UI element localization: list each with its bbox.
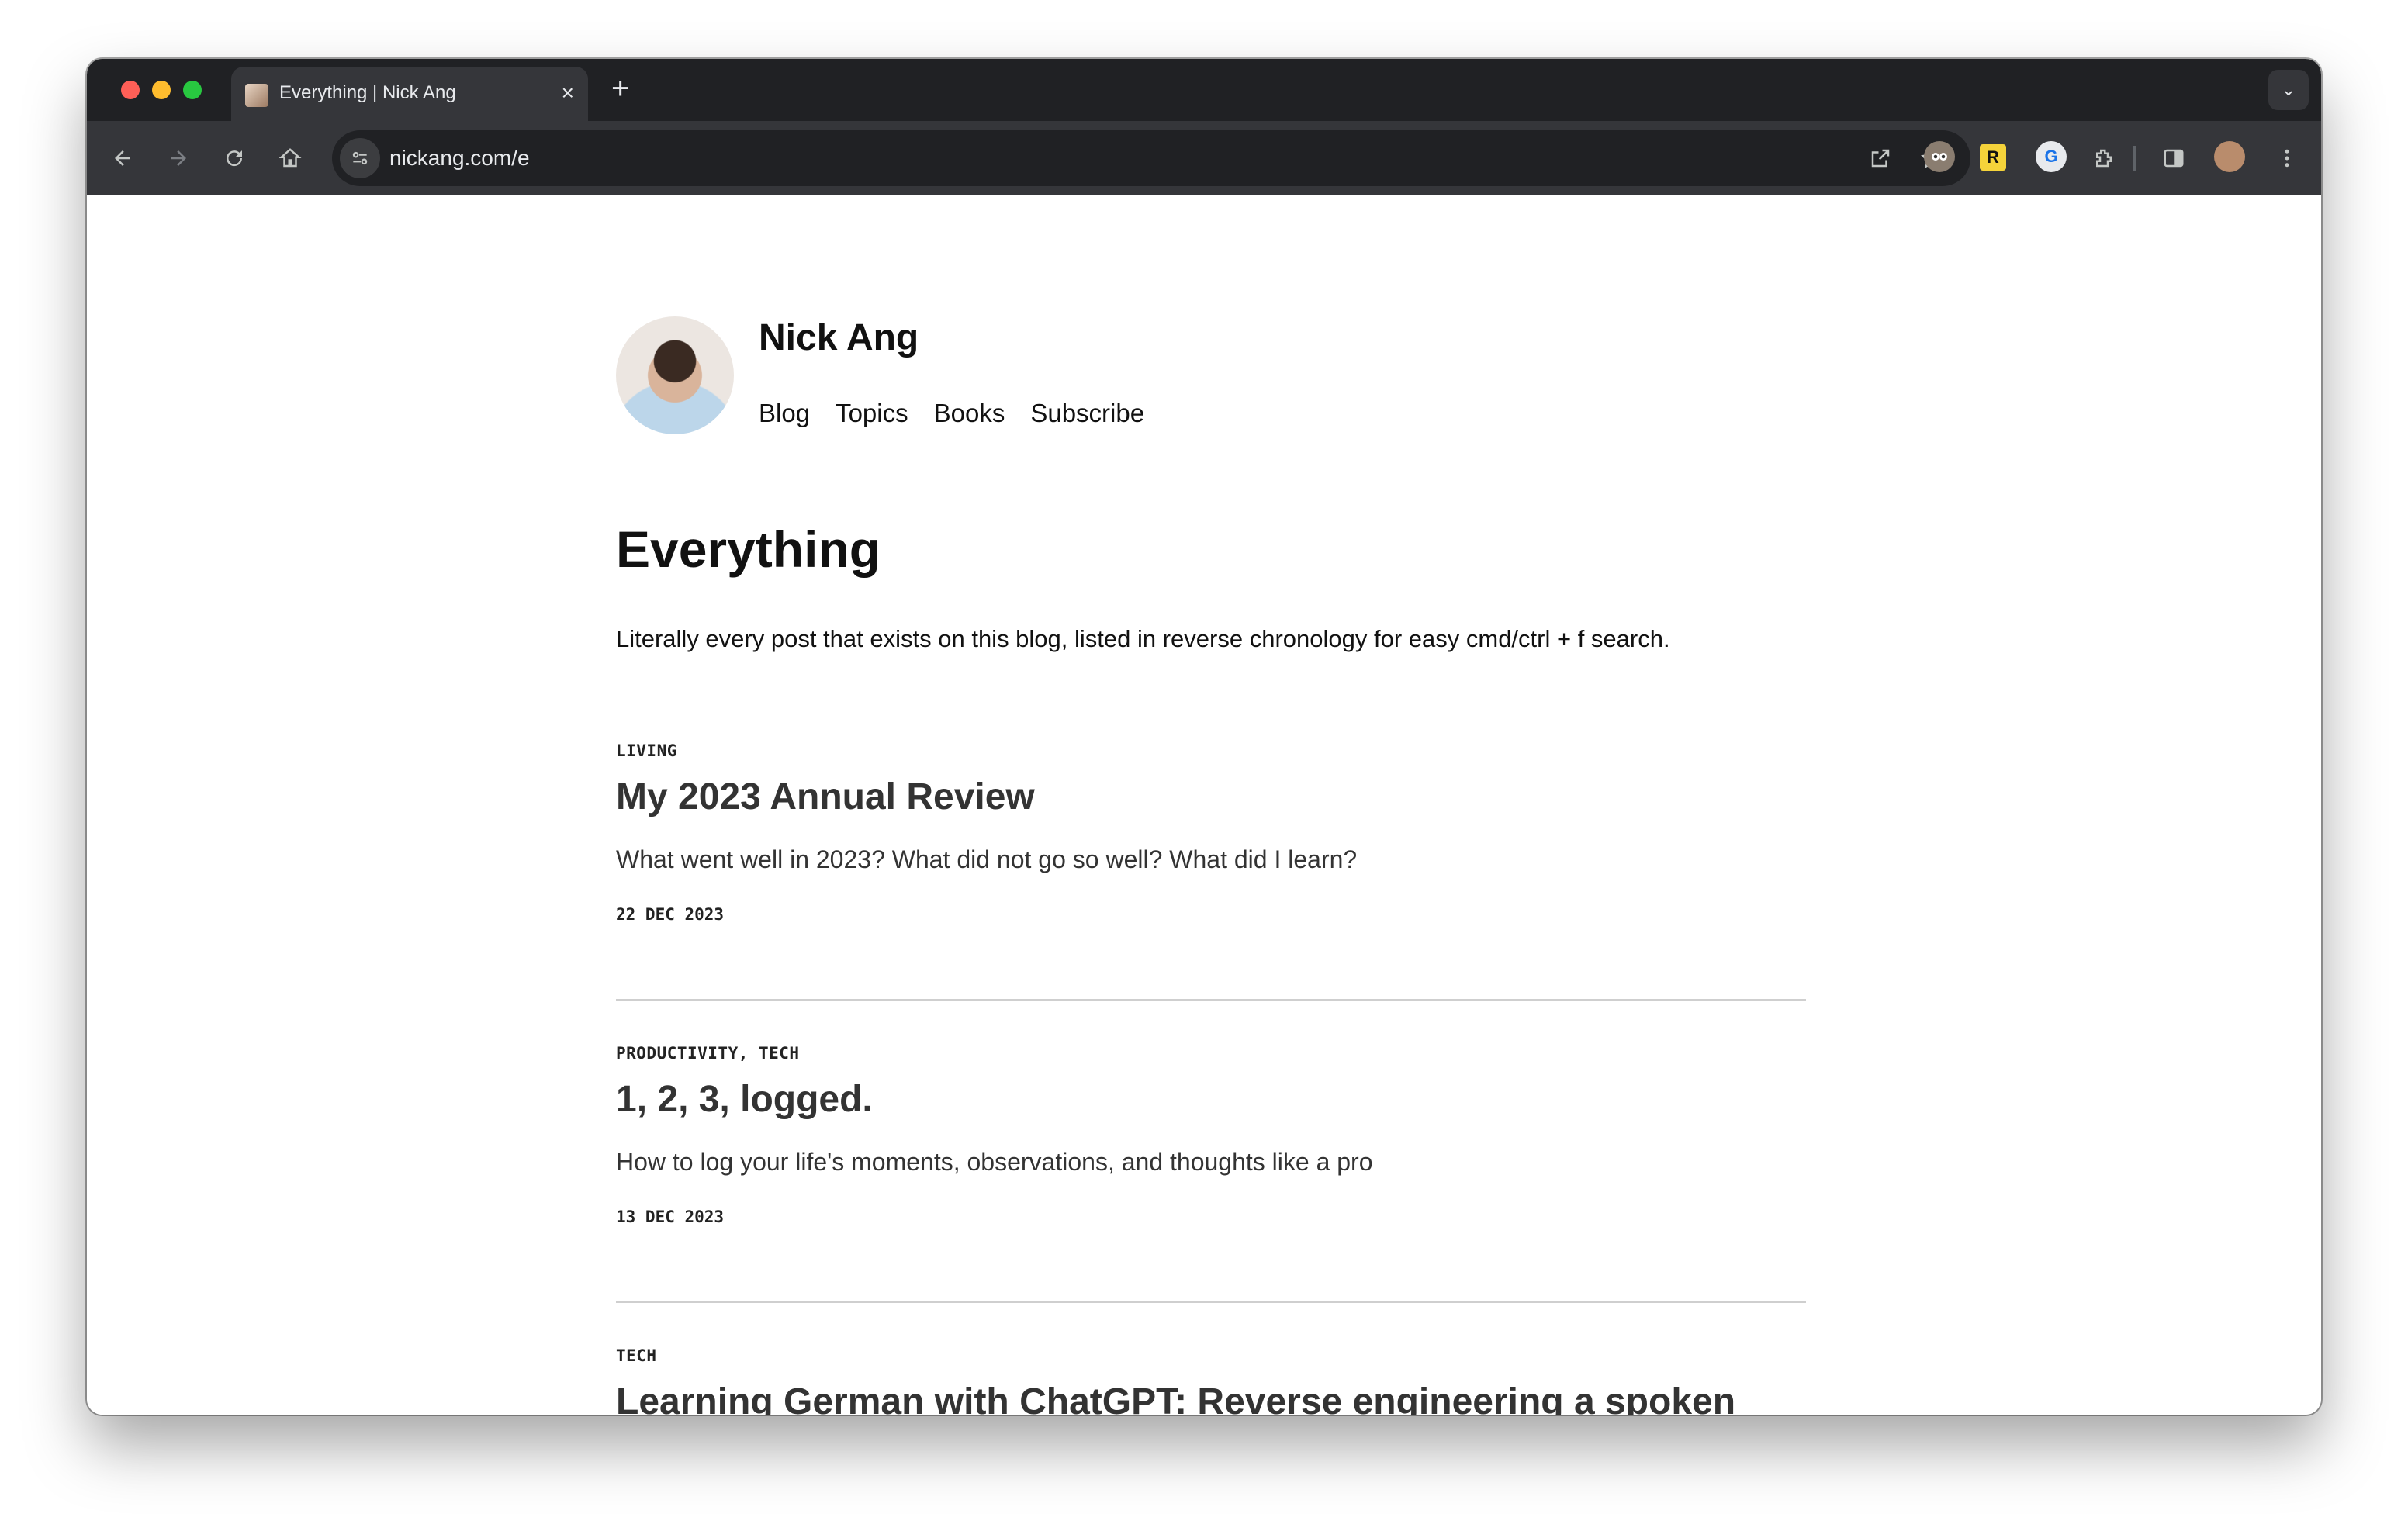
toolbar-divider bbox=[2133, 146, 2136, 171]
page-intro: Literally every post that exists on this… bbox=[616, 625, 1670, 652]
extension-owl-icon[interactable] bbox=[1924, 141, 1955, 172]
active-tab[interactable]: Everything | Nick Ang × bbox=[231, 67, 588, 121]
post-title-link[interactable]: Learning German with ChatGPT: Reverse en… bbox=[616, 1382, 1806, 1415]
post-item: LIVING My 2023 Annual Review What went w… bbox=[616, 741, 1806, 924]
new-tab-button[interactable]: + bbox=[611, 70, 629, 107]
post-divider bbox=[616, 999, 1806, 1001]
post-date: 22 DEC 2023 bbox=[616, 905, 725, 924]
favicon-icon bbox=[245, 84, 268, 107]
tab-bar: Everything | Nick Ang × + ⌄ bbox=[87, 59, 2321, 121]
back-icon[interactable] bbox=[102, 138, 143, 178]
web-page: Nick Ang Blog Topics Books Subscribe Eve… bbox=[87, 195, 2321, 1415]
address-bar[interactable]: nickang.com/e bbox=[332, 130, 1970, 186]
nav-subscribe[interactable]: Subscribe bbox=[1030, 399, 1144, 428]
post-divider bbox=[616, 1301, 1806, 1303]
minimize-window-button[interactable] bbox=[152, 81, 171, 99]
tab-title: Everything | Nick Ang bbox=[279, 82, 456, 103]
side-panel-icon[interactable] bbox=[2154, 138, 2194, 178]
post-title-link[interactable]: 1, 2, 3, logged. bbox=[616, 1080, 1806, 1120]
post-description: What went well in 2023? What did not go … bbox=[616, 845, 1358, 873]
nav-topics[interactable]: Topics bbox=[836, 399, 908, 428]
post-item: TECH Learning German with ChatGPT: Rever… bbox=[616, 1346, 1806, 1415]
forward-icon[interactable] bbox=[158, 138, 199, 178]
maximize-window-button[interactable] bbox=[183, 81, 202, 99]
post-date: 13 DEC 2023 bbox=[616, 1208, 725, 1226]
nav-books[interactable]: Books bbox=[934, 399, 1005, 428]
extension-grammar-icon[interactable]: G bbox=[2036, 141, 2067, 172]
profile-avatar-icon[interactable] bbox=[2214, 141, 2245, 172]
site-nav: Blog Topics Books Subscribe bbox=[759, 399, 1144, 428]
browser-window: Everything | Nick Ang × + ⌄ nickang.com/… bbox=[87, 59, 2321, 1415]
post-tags[interactable]: LIVING bbox=[616, 741, 1806, 760]
more-menu-icon[interactable] bbox=[2267, 138, 2307, 178]
close-window-button[interactable] bbox=[121, 81, 140, 99]
site-name[interactable]: Nick Ang bbox=[759, 316, 919, 359]
nav-blog[interactable]: Blog bbox=[759, 399, 810, 428]
open-in-app-icon[interactable] bbox=[1860, 138, 1901, 178]
tab-search-dropdown-icon[interactable]: ⌄ bbox=[2268, 70, 2309, 110]
tab-close-icon[interactable]: × bbox=[562, 81, 574, 105]
post-title-link[interactable]: My 2023 Annual Review bbox=[616, 777, 1806, 817]
post-tags[interactable]: TECH bbox=[616, 1346, 1806, 1365]
page-title: Everything bbox=[616, 520, 881, 578]
post-description: How to log your life's moments, observat… bbox=[616, 1148, 1373, 1176]
url-text[interactable]: nickang.com/e bbox=[389, 146, 530, 171]
author-avatar[interactable] bbox=[616, 316, 734, 434]
extensions-puzzle-icon[interactable] bbox=[2084, 138, 2124, 178]
browser-toolbar: nickang.com/e R G bbox=[87, 121, 2321, 195]
site-info-icon[interactable] bbox=[340, 138, 380, 178]
home-icon[interactable] bbox=[270, 138, 310, 178]
post-item: PRODUCTIVITY, TECH 1, 2, 3, logged. How … bbox=[616, 1044, 1806, 1226]
post-tags[interactable]: PRODUCTIVITY, TECH bbox=[616, 1044, 1806, 1063]
extension-readwise-icon[interactable]: R bbox=[1980, 144, 2006, 171]
reload-icon[interactable] bbox=[214, 138, 254, 178]
